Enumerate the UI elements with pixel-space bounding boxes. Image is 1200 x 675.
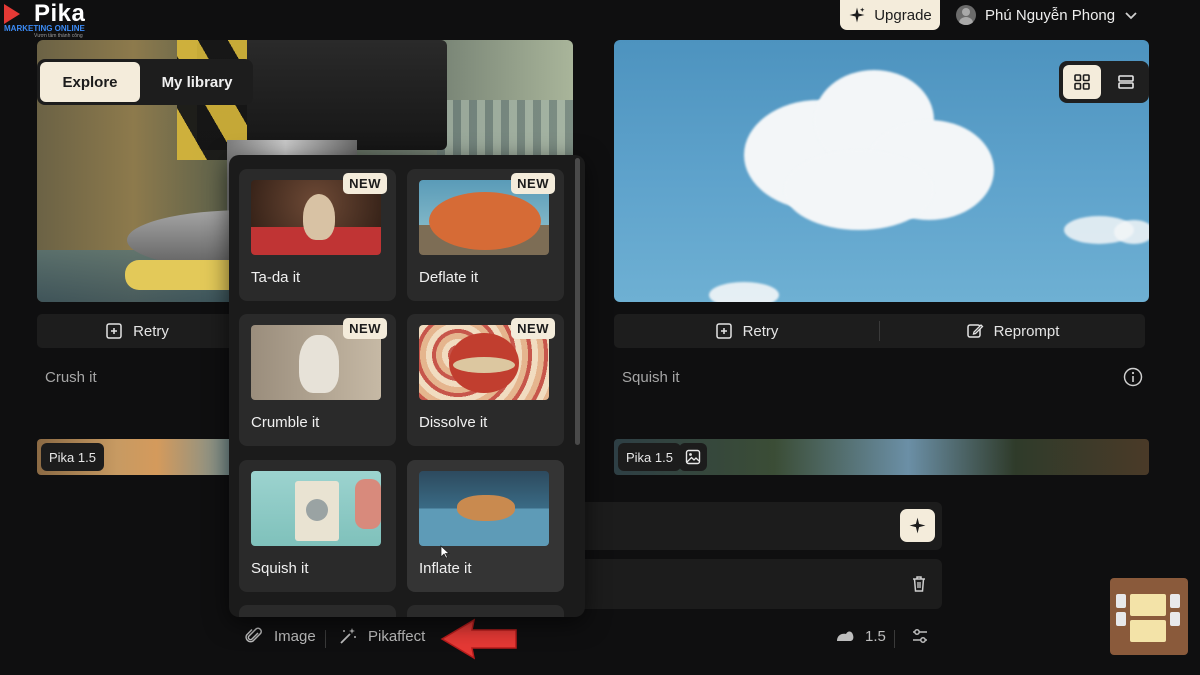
red-arrow-annotation <box>440 618 517 660</box>
edit-icon <box>966 324 983 338</box>
pikaffect-label: Pikaffect <box>368 627 426 645</box>
left-action-bar: Retry <box>37 314 237 348</box>
model-version: 1.5 <box>865 627 886 645</box>
pikaffect-menu: NEW Ta-da it NEW Deflate it NEW Crumble … <box>229 155 585 617</box>
trash-icon <box>913 576 925 592</box>
effect-squish[interactable]: Squish it <box>239 460 396 592</box>
library-tabs: Explore My library <box>37 59 253 105</box>
prompt-input[interactable] <box>578 502 942 550</box>
new-badge: NEW <box>343 173 387 194</box>
bottom-toolbar: Image Pikaffect 1.5 <box>230 620 1180 656</box>
retry-label: Retry <box>133 322 169 340</box>
effect-inflate[interactable]: Inflate it <box>407 460 564 592</box>
effect-label: Dissolve it <box>419 414 488 431</box>
cursor-icon <box>440 545 450 559</box>
effect-tada[interactable]: NEW Ta-da it <box>239 169 396 301</box>
model-badge: Pika 1.5 <box>41 443 104 471</box>
upgrade-button[interactable]: Upgrade <box>840 0 940 30</box>
effect-label: Crumble it <box>251 414 320 431</box>
sparkle-icon <box>909 517 926 534</box>
effect-crumble[interactable]: NEW Crumble it <box>239 314 396 446</box>
effect-next-peek <box>239 605 396 617</box>
sliders-icon <box>913 629 927 643</box>
new-badge: NEW <box>511 318 555 339</box>
new-badge: NEW <box>511 173 555 194</box>
logo[interactable]: Pika MARKETING ONLINE Vươn tầm thành côn… <box>4 0 104 39</box>
effect-thumbnail <box>419 471 549 546</box>
menu-scrollbar[interactable] <box>575 158 580 445</box>
upgrade-label: Upgrade <box>874 6 932 24</box>
image-badge <box>679 443 707 471</box>
divider <box>325 630 326 648</box>
magic-wand-icon <box>340 628 356 644</box>
new-badge: NEW <box>343 318 387 339</box>
sparkle-icon <box>849 7 865 23</box>
effect-dissolve[interactable]: NEW Dissolve it <box>407 314 564 446</box>
left-video-thumb[interactable]: Pika 1.5 <box>37 439 237 475</box>
image-button[interactable]: Image <box>244 626 316 646</box>
negative-prompt-input[interactable] <box>578 559 942 609</box>
left-prompt-text: Crush it <box>45 369 97 386</box>
model-selector[interactable]: 1.5 <box>835 626 886 646</box>
grid-icon <box>1074 74 1090 90</box>
effect-deflate[interactable]: NEW Deflate it <box>407 169 564 301</box>
tab-my-library[interactable]: My library <box>144 62 250 102</box>
delete-button[interactable] <box>907 572 931 596</box>
effect-label: Ta-da it <box>251 269 301 286</box>
webcam-thumbnail <box>1110 578 1188 655</box>
model-badge: Pika 1.5 <box>618 443 681 471</box>
retry-icon <box>715 323 732 339</box>
effect-label: Deflate it <box>419 269 479 286</box>
tab-explore[interactable]: Explore <box>40 62 140 102</box>
right-video-thumb[interactable]: Pika 1.5 <box>614 439 1149 475</box>
play-icon <box>4 4 20 24</box>
retry-icon <box>106 323 122 339</box>
user-name: Phú Nguyễn Phong <box>985 6 1116 24</box>
chevron-down-icon <box>1125 12 1137 20</box>
effect-next-peek <box>407 605 564 617</box>
divider <box>894 630 895 648</box>
list-icon <box>1118 75 1134 89</box>
info-icon[interactable] <box>1123 367 1143 387</box>
avatar <box>956 5 976 25</box>
settings-button[interactable] <box>910 626 930 646</box>
retry-button[interactable]: Retry <box>37 314 237 348</box>
logo-subtagline: Vươn tầm thành công <box>34 33 83 39</box>
reprompt-label: Reprompt <box>993 322 1060 340</box>
rabbit-icon <box>837 631 854 641</box>
retry-button[interactable]: Retry <box>614 314 879 348</box>
reprompt-button[interactable]: Reprompt <box>880 314 1145 348</box>
effect-label: Squish it <box>251 560 309 577</box>
generate-button[interactable] <box>900 509 935 542</box>
view-toggle <box>1059 61 1149 103</box>
top-bar: Pika MARKETING ONLINE Vươn tầm thành côn… <box>0 0 1200 39</box>
logo-tagline: MARKETING ONLINE <box>4 24 85 33</box>
effect-label: Inflate it <box>419 560 472 577</box>
list-view-button[interactable] <box>1107 65 1145 99</box>
retry-label: Retry <box>742 322 779 340</box>
image-label: Image <box>274 627 316 645</box>
image-icon <box>685 449 701 465</box>
paperclip-icon <box>245 627 262 643</box>
user-menu[interactable]: Phú Nguyễn Phong <box>956 3 1138 27</box>
pikaffect-button[interactable]: Pikaffect <box>338 626 425 646</box>
right-action-bar: Retry Reprompt <box>614 314 1145 348</box>
effect-thumbnail <box>251 471 381 546</box>
right-prompt-text: Squish it <box>622 369 680 386</box>
grid-view-button[interactable] <box>1063 65 1101 99</box>
